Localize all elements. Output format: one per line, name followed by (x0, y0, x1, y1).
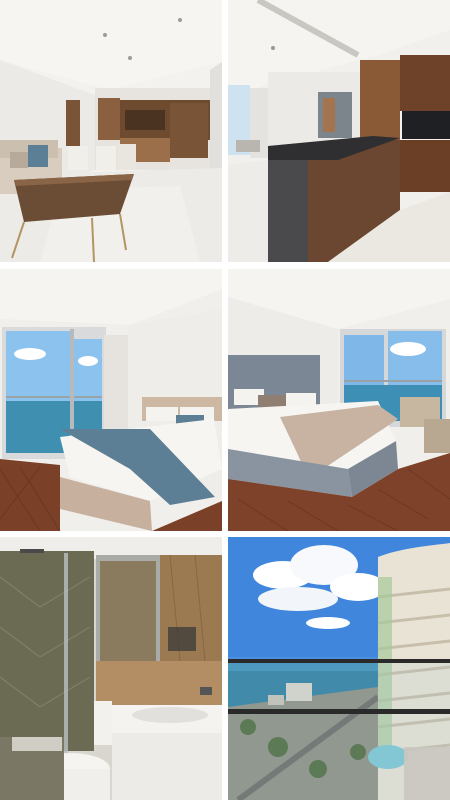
photo-gallery (0, 0, 450, 800)
living-room-image (0, 0, 222, 262)
photo-bedroom-grey-headboard[interactable] (228, 269, 450, 531)
photo-bathroom[interactable] (0, 537, 222, 800)
bedroom-sea-view-image (0, 269, 222, 531)
photo-balcony-sea-view[interactable] (228, 537, 450, 800)
photo-living-room[interactable] (0, 0, 222, 262)
bedroom-grey-headboard-image (228, 269, 450, 531)
kitchen-image (228, 0, 450, 262)
bathroom-image (0, 537, 222, 800)
photo-bedroom-sea-view[interactable] (0, 269, 222, 531)
photo-kitchen[interactable] (228, 0, 450, 262)
balcony-sea-view-image (228, 537, 450, 800)
